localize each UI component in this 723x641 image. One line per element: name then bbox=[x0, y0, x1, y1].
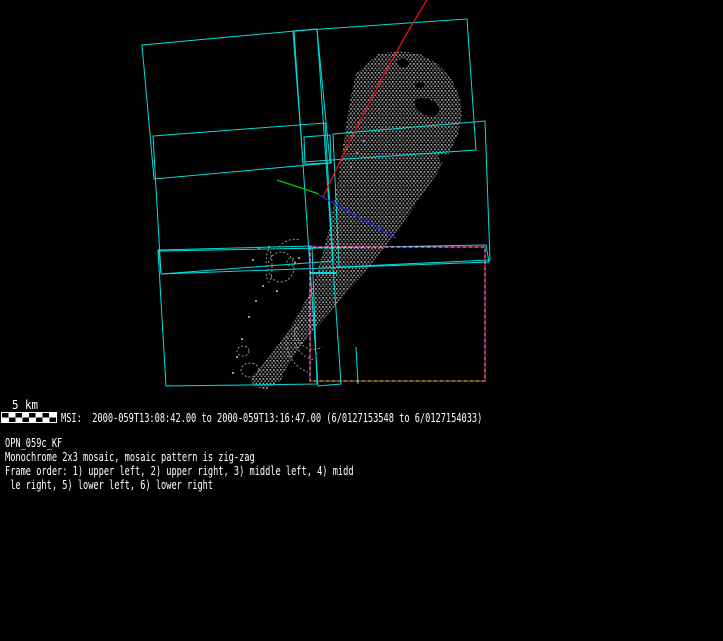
axis-line-green bbox=[276, 179, 320, 195]
footprint-lower-left bbox=[157, 245, 318, 387]
scalebar-checker bbox=[1, 412, 57, 423]
opnav-id: OPN_059c_KF bbox=[5, 436, 63, 450]
speck bbox=[350, 166, 352, 168]
speck bbox=[252, 259, 254, 261]
speck bbox=[236, 356, 238, 358]
frame-order-line2: le right, 5) lower left, 6) lower right bbox=[5, 478, 214, 492]
status-line: MSI: 2000-059T13:08:42.00 to 2000-059T13… bbox=[61, 411, 483, 425]
shadow-void bbox=[415, 82, 425, 88]
scalebar-label: 5 km bbox=[12, 398, 39, 412]
crater-ring bbox=[236, 345, 250, 357]
speck bbox=[232, 372, 234, 374]
speck bbox=[248, 316, 250, 318]
mosaic-footprint-plot bbox=[141, 0, 491, 390]
speck bbox=[276, 290, 278, 292]
mosaic-description: Monochrome 2x3 mosaic, mosaic pattern is… bbox=[5, 450, 255, 464]
speck bbox=[262, 285, 264, 287]
speck bbox=[255, 300, 257, 302]
footprint-middle-left bbox=[152, 122, 334, 275]
opnav-mosaic-display: 5 km MSI: 2000-059T13:08:42.00 to 2000-0… bbox=[0, 0, 723, 641]
speck bbox=[363, 140, 365, 142]
shadow-void bbox=[397, 59, 409, 67]
speck bbox=[298, 257, 300, 259]
frame-order-line1: Frame order: 1) upper left, 2) upper rig… bbox=[5, 464, 354, 478]
footprint-overlap-segment bbox=[355, 346, 359, 385]
speck bbox=[241, 338, 243, 340]
footprint-upper-left bbox=[141, 28, 331, 180]
crater-arc bbox=[278, 238, 301, 248]
speck bbox=[356, 152, 358, 154]
crater-ring bbox=[240, 362, 260, 378]
